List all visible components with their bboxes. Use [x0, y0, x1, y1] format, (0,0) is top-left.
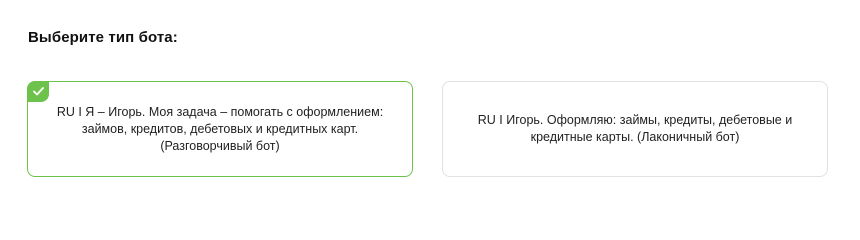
page-title: Выберите тип бота: — [28, 29, 178, 46]
bot-option-talkative[interactable]: RU I Я – Игорь. Моя задача – помогать с … — [27, 81, 413, 177]
check-icon — [27, 81, 49, 102]
bot-option-label: RU I Игорь. Оформляю: займы, кредиты, де… — [477, 113, 793, 144]
bot-option-laconic[interactable]: RU I Игорь. Оформляю: займы, кредиты, де… — [442, 81, 828, 177]
bot-option-label: RU I Я – Игорь. Моя задача – помогать с … — [56, 104, 384, 153]
